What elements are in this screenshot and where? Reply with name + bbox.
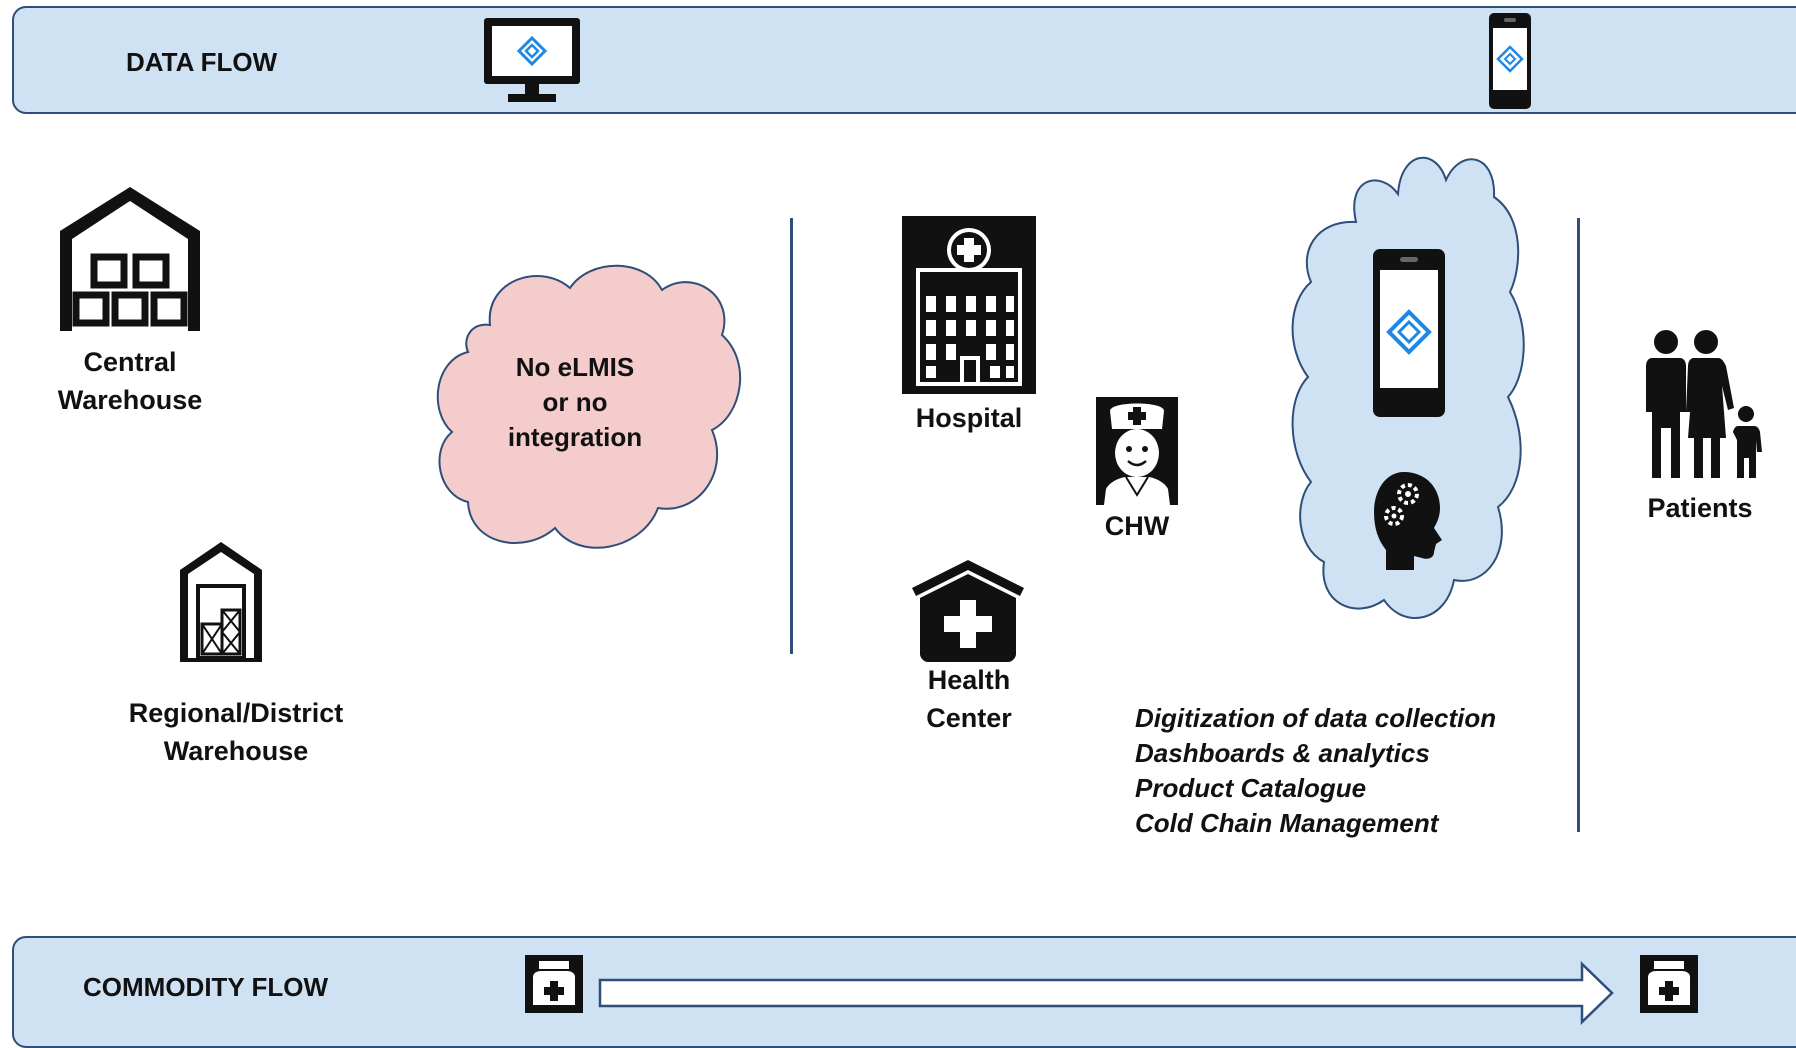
commodity-flow-label: COMMODITY FLOW [83, 972, 329, 1002]
feature-item: Product Catalogue [1135, 773, 1367, 803]
medicine-kit-icon [1640, 955, 1698, 1013]
regional-warehouse-label: Regional/District Warehouse [128, 698, 344, 766]
chw-label: CHW [1104, 511, 1170, 541]
feature-item: Digitization of data collection [1135, 703, 1497, 733]
warehouse-icon [60, 187, 200, 331]
no-elmis-text: No eLMIS or no integration [507, 352, 643, 452]
arrow-right-icon [598, 961, 1614, 1025]
feature-item: Dashboards & analytics [1135, 738, 1430, 768]
nurse-icon [1096, 397, 1178, 505]
data-flow-label: DATA FLOW [126, 47, 278, 77]
medicine-kit-icon [525, 955, 583, 1013]
hospital-label: Hospital [915, 403, 1023, 433]
family-icon [1646, 330, 1762, 478]
divider-line-left [790, 218, 793, 654]
features-list: Digitization of data collection Dashboar… [1135, 701, 1496, 841]
hospital-building-icon [902, 216, 1036, 394]
mobile-phone-icon [1373, 249, 1445, 417]
central-warehouse-label: Central Warehouse [57, 347, 203, 415]
patients-label: Patients [1647, 493, 1753, 523]
health-center-icon [912, 560, 1024, 662]
health-center-label: Health Center [926, 665, 1012, 733]
storage-shed-icon [180, 542, 262, 662]
divider-line-right [1577, 218, 1580, 832]
desktop-monitor-icon [484, 18, 580, 102]
mobile-phone-icon [1489, 13, 1531, 109]
feature-item: Cold Chain Management [1135, 808, 1439, 838]
brain-gears-icon [1374, 472, 1442, 570]
